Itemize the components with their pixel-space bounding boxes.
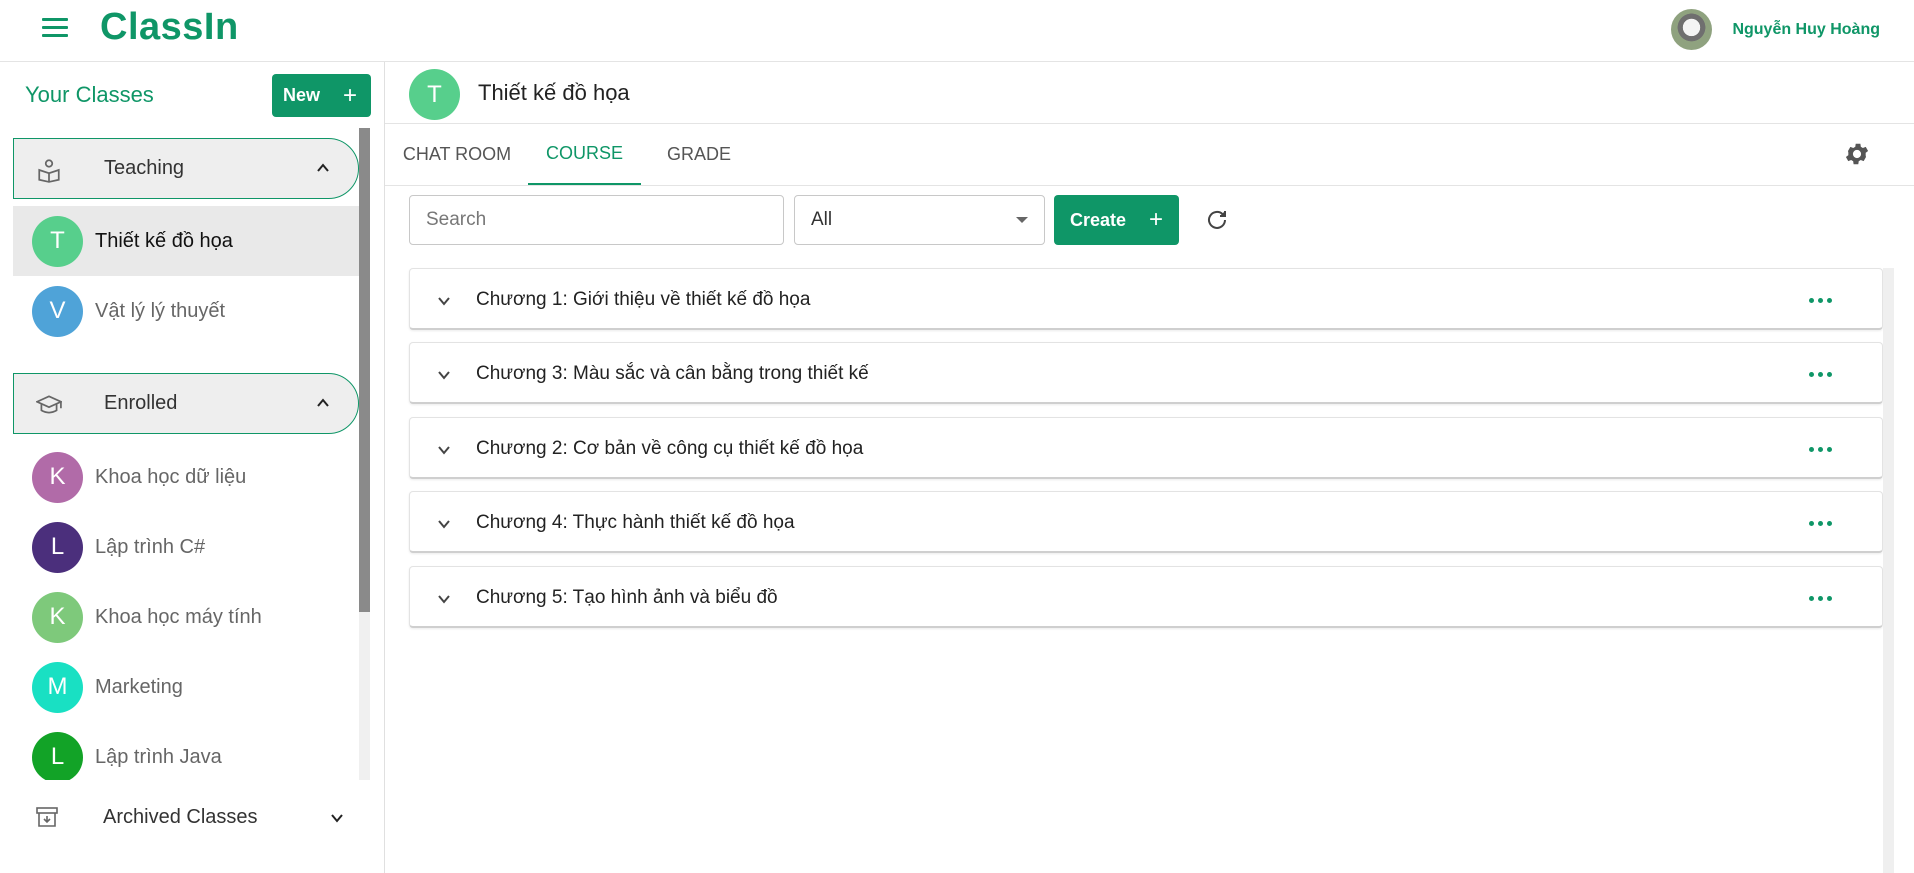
class-avatar: T <box>32 215 83 267</box>
new-button-label: New <box>283 85 321 105</box>
chevron-up-icon[interactable] <box>316 396 330 410</box>
chapter-row[interactable]: Chương 1: Giới thiệu về thiết kế đồ họa <box>409 268 1883 330</box>
chevron-down-icon[interactable] <box>436 591 452 607</box>
more-options-icon[interactable] <box>1809 447 1832 452</box>
more-options-icon[interactable] <box>1809 521 1832 526</box>
chevron-up-icon[interactable] <box>316 161 330 175</box>
more-options-icon[interactable] <box>1809 596 1832 601</box>
chapter-row[interactable]: Chương 3: Màu sắc và cân bằng trong thiế… <box>409 342 1883 404</box>
chapter-title: Chương 1: Giới thiệu về thiết kế đồ họa <box>476 289 811 310</box>
sidebar-item-thiet-ke-do-hoa[interactable]: T Thiết kế đồ họa <box>13 206 359 276</box>
more-options-icon[interactable] <box>1809 372 1832 377</box>
class-avatar: K <box>32 451 83 503</box>
brand-logo[interactable]: ClassIn <box>100 6 239 49</box>
new-class-button[interactable]: New + <box>272 74 371 117</box>
main-scrollbar-track[interactable] <box>1883 268 1894 873</box>
tab-grade[interactable]: GRADE <box>657 124 741 185</box>
sidebar-item-khoa-hoc-may-tinh[interactable]: K Khoa học máy tính <box>13 582 359 652</box>
create-button[interactable]: Create + <box>1054 195 1179 245</box>
caret-down-icon <box>1016 217 1028 223</box>
chapter-title: Chương 3: Màu sắc và cân bằng trong thiế… <box>476 363 869 384</box>
class-avatar: L <box>32 731 83 780</box>
chapter-row[interactable]: Chương 5: Tạo hình ảnh và biểu đồ <box>409 566 1883 628</box>
class-name: Thiết kế đồ họa <box>95 229 233 252</box>
class-name: Khoa học máy tính <box>95 605 262 628</box>
refresh-icon[interactable] <box>1205 208 1229 232</box>
user-name[interactable]: Nguyễn Huy Hoàng <box>1732 21 1880 39</box>
sidebar-item-lap-trinh-java[interactable]: L Lập trình Java <box>13 722 359 780</box>
class-avatar: V <box>32 285 83 337</box>
class-name: Marketing <box>95 675 183 698</box>
chevron-down-icon[interactable] <box>436 442 452 458</box>
your-classes-heading: Your Classes <box>25 82 154 107</box>
class-name: Lập trình C# <box>95 535 206 558</box>
archived-classes-toggle[interactable]: Archived Classes <box>13 790 359 846</box>
sidebar: Your Classes New + Teaching T Thiết kế đ… <box>0 62 385 873</box>
class-title: Thiết kế đồ họa <box>478 80 630 105</box>
create-button-label: Create <box>1070 209 1127 230</box>
archive-icon <box>36 807 58 827</box>
chevron-down-icon[interactable] <box>436 516 452 532</box>
class-name: Khoa học dữ liệu <box>95 465 247 488</box>
chapter-row[interactable]: Chương 4: Thực hành thiết kế đồ họa <box>409 491 1883 553</box>
graduation-cap-icon <box>36 395 62 414</box>
filter-select[interactable]: All <box>794 195 1045 245</box>
chapter-title: Chương 2: Cơ bản về công cụ thiết kế đồ … <box>476 438 864 459</box>
class-avatar: L <box>32 521 83 573</box>
plus-icon: + <box>1148 206 1163 233</box>
class-list: Teaching T Thiết kế đồ họa V Vật lý lý t… <box>13 128 370 780</box>
gear-icon[interactable] <box>1843 140 1871 168</box>
class-header: T Thiết kế đồ họa <box>385 62 1914 124</box>
chapter-row[interactable]: Chương 2: Cơ bản về công cụ thiết kế đồ … <box>409 417 1883 479</box>
chapter-title: Chương 4: Thực hành thiết kế đồ họa <box>476 512 795 533</box>
class-name: Vật lý lý thuyết <box>95 299 226 322</box>
sidebar-item-lap-trinh-csharp[interactable]: L Lập trình C# <box>13 512 359 582</box>
sidebar-item-vat-ly-ly-thuyet[interactable]: V Vật lý lý thuyết <box>13 276 359 346</box>
user-profile[interactable]: Nguyễn Huy Hoàng <box>1671 9 1880 50</box>
chapter-title: Chương 5: Tạo hình ảnh và biểu đồ <box>476 587 778 608</box>
teaching-section-header[interactable]: Teaching <box>13 138 359 199</box>
tab-course[interactable]: COURSE <box>528 124 641 185</box>
class-avatar: K <box>32 591 83 643</box>
archived-classes-label: Archived Classes <box>103 806 258 828</box>
class-avatar: T <box>409 69 460 120</box>
sidebar-item-khoa-hoc-du-lieu[interactable]: K Khoa học dữ liệu <box>13 442 359 512</box>
avatar[interactable] <box>1671 9 1713 50</box>
teaching-icon <box>38 159 60 183</box>
enrolled-label: Enrolled <box>104 392 178 414</box>
enrolled-section-header[interactable]: Enrolled <box>13 373 359 434</box>
tab-chat-room[interactable]: CHAT ROOM <box>397 124 517 185</box>
menu-icon[interactable] <box>42 18 68 40</box>
top-bar: ClassIn Nguyễn Huy Hoàng <box>0 0 1914 62</box>
sidebar-item-marketing[interactable]: M Marketing <box>13 652 359 722</box>
sidebar-scrollbar-thumb[interactable] <box>359 128 370 612</box>
filter-selected-value: All <box>811 209 833 230</box>
chevron-down-icon[interactable] <box>436 367 452 383</box>
chevron-down-icon[interactable] <box>329 810 345 826</box>
class-avatar: M <box>32 661 83 713</box>
chevron-down-icon[interactable] <box>436 293 452 309</box>
plus-icon: + <box>342 81 357 109</box>
teaching-label: Teaching <box>104 157 185 179</box>
search-input[interactable] <box>409 195 784 245</box>
more-options-icon[interactable] <box>1809 298 1832 303</box>
tab-bar: CHAT ROOM COURSE GRADE <box>385 124 1914 186</box>
class-name: Lập trình Java <box>95 745 222 768</box>
